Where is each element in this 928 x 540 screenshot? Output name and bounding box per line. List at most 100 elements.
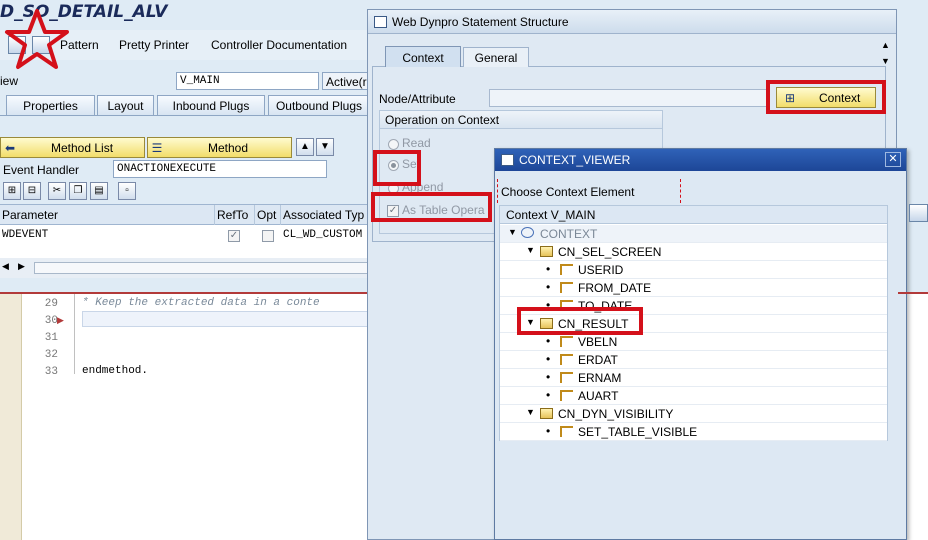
tab-outbound-plugs[interactable]: Outbound Plugs: [268, 95, 370, 116]
scroll-up-icon[interactable]: ▲: [881, 40, 890, 50]
star-annotation-icon: [5, 9, 69, 69]
tree-attr-from-date[interactable]: • FROM_DATE: [500, 279, 887, 297]
parameter-horizontal-scrollbar[interactable]: ◀ ▶: [0, 258, 370, 278]
attribute-icon: [560, 390, 573, 401]
bullet-icon: •: [546, 370, 551, 384]
details-icon[interactable]: ▫: [118, 182, 136, 200]
layout-icon[interactable]: [909, 204, 928, 222]
parameter-grid: Parameter RefTo Opt Associated Typ WDEVE…: [0, 204, 370, 262]
tab-properties[interactable]: Properties: [6, 95, 95, 116]
paste-icon[interactable]: ▤: [90, 182, 108, 200]
tab-layout[interactable]: Layout: [97, 95, 154, 116]
operation-group-title: Operation on Context: [380, 111, 662, 129]
annotation-box-as-table: [371, 192, 492, 222]
associated-type-cell: CL_WD_CUSTOM: [283, 229, 363, 241]
scroll-left-icon[interactable]: ◀: [2, 261, 9, 272]
bullet-icon: •: [546, 388, 551, 402]
tree-attr-set-table-visible[interactable]: • SET_TABLE_VISIBLE: [500, 423, 887, 441]
context-viewer-title: CONTEXT_VIEWER: [519, 153, 631, 167]
column-opt[interactable]: Opt: [255, 205, 281, 225]
tab-general[interactable]: General: [463, 47, 529, 67]
event-handler-field[interactable]: ONACTIONEXECUTE: [113, 160, 327, 178]
context-viewer-titlebar[interactable]: CONTEXT_VIEWER ✕: [495, 149, 906, 171]
dialog-window-icon: [501, 154, 514, 166]
node-attribute-input[interactable]: [489, 89, 769, 107]
active-status-field: Active(r: [322, 72, 370, 90]
column-parameter[interactable]: Parameter: [0, 205, 215, 225]
method-icon: ☰: [151, 140, 163, 155]
collapse-icon[interactable]: ▼: [508, 227, 517, 237]
current-line-marker-icon: ▶: [57, 315, 64, 325]
choose-context-element-label: Choose Context Element: [501, 185, 635, 199]
tree-node-cn-dyn-visibility[interactable]: ▼ CN_DYN_VISIBILITY: [500, 405, 887, 423]
read-radio[interactable]: [388, 139, 399, 150]
current-line-highlight: [82, 311, 370, 327]
table-row[interactable]: WDEVENT ✓ CL_WD_CUSTOM: [0, 226, 370, 246]
method-list-button[interactable]: ⬅ Method List: [0, 137, 145, 158]
line-number: 29: [44, 298, 58, 310]
tree-node-cn-sel-screen[interactable]: ▼ CN_SEL_SCREEN: [500, 243, 887, 261]
method-button[interactable]: ☰ Method: [147, 137, 292, 158]
bullet-icon: •: [546, 352, 551, 366]
context-root-icon: [521, 227, 534, 238]
node-attribute-label: Node/Attribute: [379, 92, 456, 106]
view-name-field[interactable]: V_MAIN: [176, 72, 319, 90]
statement-structure-title: Web Dynpro Statement Structure: [392, 15, 569, 29]
line-number: 32: [44, 349, 58, 361]
context-viewer-dialog: CONTEXT_VIEWER ✕ Choose Context Element …: [494, 148, 907, 540]
parameter-grid-header: Parameter RefTo Opt Associated Typ: [0, 205, 370, 225]
line-number: 33: [44, 366, 58, 378]
parameter-cell: WDEVENT: [2, 229, 49, 241]
refto-checkbox[interactable]: ✓: [228, 230, 240, 242]
attribute-icon: [560, 372, 573, 383]
delete-row-icon[interactable]: ⊟: [23, 182, 41, 200]
copy-icon[interactable]: ❐: [69, 182, 87, 200]
scrollbar-thumb[interactable]: [34, 262, 368, 274]
view-label: iew: [0, 74, 19, 88]
tree-attr-auart[interactable]: • AUART: [500, 387, 887, 405]
block-bracket-line: [74, 294, 75, 374]
collapse-icon[interactable]: ▼: [526, 245, 535, 255]
dialog-window-icon: [374, 16, 387, 28]
attribute-icon: [560, 426, 573, 437]
tree-attr-vbeln[interactable]: • VBELN: [500, 333, 887, 351]
node-folder-icon: [540, 408, 553, 419]
controller-documentation-button[interactable]: Controller Documentation: [211, 38, 347, 52]
annotation-box-set: [373, 150, 421, 186]
close-icon[interactable]: ✕: [885, 152, 901, 167]
editor-gutter: [0, 294, 22, 540]
tree-attr-erdat[interactable]: • ERDAT: [500, 351, 887, 369]
bullet-icon: •: [546, 424, 551, 438]
attribute-icon: [560, 282, 573, 293]
annotation-box-context-button: [766, 80, 886, 114]
line-number: 30: [44, 315, 58, 327]
node-folder-icon: [540, 246, 553, 257]
attribute-icon: [560, 264, 573, 275]
bullet-icon: •: [546, 262, 551, 276]
annotation-box-cn-result: [517, 307, 643, 335]
code-comment-line: * Keep the extracted data in a conte: [82, 297, 320, 309]
tree-node-context[interactable]: ▼ CONTEXT: [500, 225, 887, 243]
cut-icon[interactable]: ✂: [48, 182, 66, 200]
line-number: 31: [44, 332, 58, 344]
back-arrow-icon: ⬅: [4, 140, 16, 155]
column-refto[interactable]: RefTo: [215, 205, 255, 225]
tab-inbound-plugs[interactable]: Inbound Plugs: [157, 95, 265, 116]
scroll-down-button[interactable]: ▼: [316, 138, 334, 156]
pretty-printer-button[interactable]: Pretty Printer: [119, 38, 189, 52]
insert-row-icon[interactable]: ⊞: [3, 182, 21, 200]
scroll-right-icon[interactable]: ▶: [18, 261, 25, 272]
event-handler-label: Event Handler: [3, 163, 80, 177]
tab-context[interactable]: Context: [385, 46, 461, 67]
scroll-up-button[interactable]: ▲: [296, 138, 314, 156]
context-tree-header: Context V_MAIN: [500, 206, 887, 224]
collapse-icon[interactable]: ▼: [526, 407, 535, 417]
bullet-icon: •: [546, 280, 551, 294]
tree-attr-userid[interactable]: • USERID: [500, 261, 887, 279]
optional-checkbox[interactable]: [262, 230, 274, 242]
attribute-icon: [560, 354, 573, 365]
column-associated-type[interactable]: Associated Typ: [281, 205, 370, 225]
scroll-down-icon[interactable]: ▼: [881, 56, 890, 66]
statement-structure-titlebar[interactable]: Web Dynpro Statement Structure: [368, 10, 896, 34]
tree-attr-ernam[interactable]: • ERNAM: [500, 369, 887, 387]
